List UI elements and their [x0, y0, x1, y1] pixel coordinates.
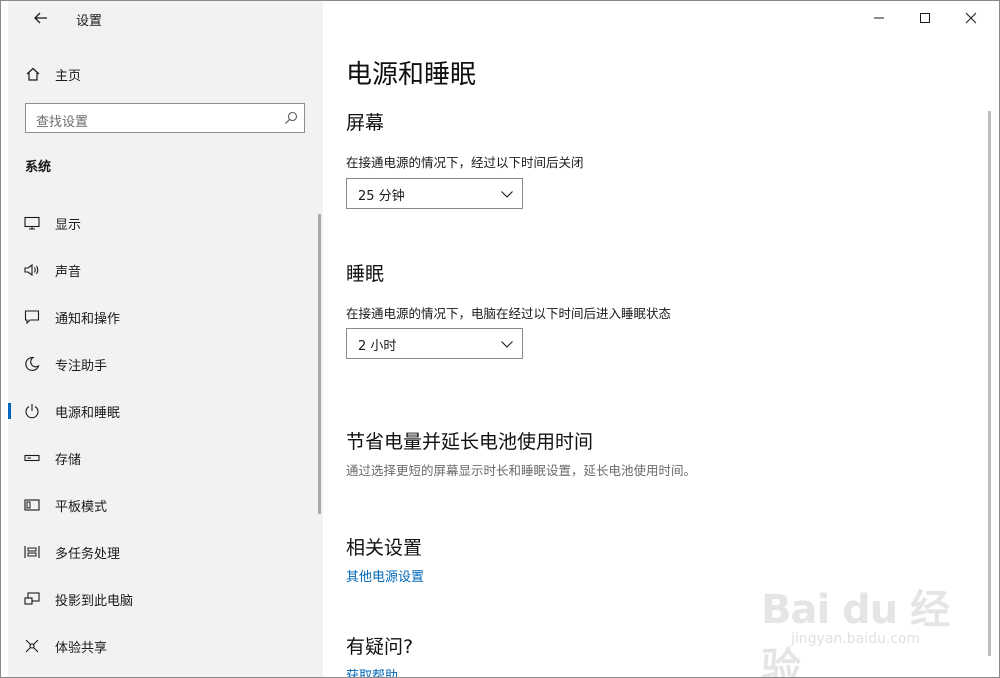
sleep-description: 在接通电源的情况下，电脑在经过以下时间后进入睡眠状态 [346, 306, 672, 321]
sidebar-item-sound[interactable]: 声音 [8, 253, 313, 287]
sidebar-item-multitasking[interactable]: 多任务处理 [8, 535, 313, 569]
battery-description: 通过选择更短的屏幕显示时长和睡眠设置，延长电池使用时间。 [346, 463, 697, 478]
sidebar-item-label: 多任务处理 [55, 546, 121, 562]
sidebar-item-display[interactable]: 显示 [8, 206, 313, 240]
project-icon [24, 592, 40, 605]
chevron-down-icon [501, 341, 513, 348]
search-input[interactable]: 查找设置 [25, 103, 305, 133]
multitask-icon [24, 546, 40, 558]
sidebar-item-label: 平板模式 [55, 499, 108, 515]
section-label-system: 系统 [25, 160, 52, 175]
minimize-button[interactable] [856, 5, 902, 31]
get-help-link[interactable]: 获取帮助 [346, 665, 398, 677]
sidebar-item-label: 体验共享 [55, 640, 108, 656]
window-title: 设置 [76, 14, 103, 29]
sidebar-item-label: 声音 [55, 264, 82, 280]
sidebar-item-label: 投影到此电脑 [55, 593, 134, 609]
maximize-button[interactable] [902, 5, 948, 31]
chevron-down-icon [501, 191, 513, 198]
sidebar-item-power-sleep[interactable]: 电源和睡眠 [8, 394, 313, 428]
speaker-icon [24, 263, 39, 277]
home-icon [26, 67, 40, 81]
storage-icon [24, 454, 40, 462]
sidebar-item-label: 显示 [55, 217, 82, 233]
sidebar-item-project-to-pc[interactable]: 投影到此电脑 [8, 582, 313, 616]
additional-power-settings-link[interactable]: 其他电源设置 [346, 566, 424, 585]
main-scrollbar[interactable] [988, 111, 991, 656]
screen-timeout-value: 25 分钟 [358, 189, 405, 204]
power-icon [25, 404, 39, 419]
nav-home[interactable]: 主页 [25, 63, 81, 85]
notification-icon [24, 310, 40, 325]
related-settings-heading: 相关设置 [346, 537, 423, 559]
sidebar-item-storage[interactable]: 存储 [8, 441, 313, 475]
sidebar-item-label: 专注助手 [55, 358, 108, 374]
battery-heading: 节省电量并延长电池使用时间 [346, 431, 594, 453]
share-icon [25, 639, 39, 653]
back-button[interactable] [32, 9, 50, 27]
sidebar-item-label: 通知和操作 [55, 311, 121, 327]
search-icon [285, 111, 298, 124]
watermark-brand: Bai du 经验 [761, 587, 950, 678]
sidebar-item-notifications[interactable]: 通知和操作 [8, 300, 313, 334]
moon-icon [25, 356, 40, 372]
back-arrow-icon [34, 12, 47, 24]
sidebar-item-shared-experiences[interactable]: 体验共享 [8, 629, 313, 663]
maximize-icon [920, 13, 930, 23]
sidebar: 设置 主页 查找设置 系统 显示 声音 通知和操作 专注助手 电源和睡眠 存储 … [8, 1, 323, 677]
sidebar-scrollbar[interactable] [318, 214, 321, 514]
minimize-icon [874, 17, 884, 19]
close-icon [965, 12, 977, 24]
sleep-timeout-value: 2 小时 [358, 339, 397, 354]
screen-description: 在接通电源的情况下，经过以下时间后关闭 [346, 155, 584, 170]
tablet-icon [24, 499, 40, 511]
close-button[interactable] [948, 5, 994, 31]
help-heading: 有疑问? [346, 636, 414, 658]
sidebar-item-label: 存储 [55, 452, 82, 468]
sidebar-item-focus-assist[interactable]: 专注助手 [8, 347, 313, 381]
monitor-icon [24, 216, 40, 230]
screen-timeout-dropdown[interactable]: 25 分钟 [346, 178, 523, 209]
sidebar-item-tablet-mode[interactable]: 平板模式 [8, 488, 313, 522]
page-title: 电源和睡眠 [346, 60, 477, 90]
search-placeholder: 查找设置 [36, 115, 89, 130]
settings-window: 设置 主页 查找设置 系统 显示 声音 通知和操作 专注助手 电源和睡眠 存储 … [0, 0, 1000, 678]
sidebar-item-label: 电源和睡眠 [55, 405, 121, 421]
nav-home-label: 主页 [55, 68, 82, 84]
screen-heading: 屏幕 [346, 112, 385, 134]
watermark-url: jingyan.baidu.com [791, 631, 921, 647]
baidu-watermark: Bai du 经验 jingyan.baidu.com [761, 573, 981, 677]
sleep-timeout-dropdown[interactable]: 2 小时 [346, 328, 523, 359]
sleep-heading: 睡眠 [346, 263, 385, 285]
